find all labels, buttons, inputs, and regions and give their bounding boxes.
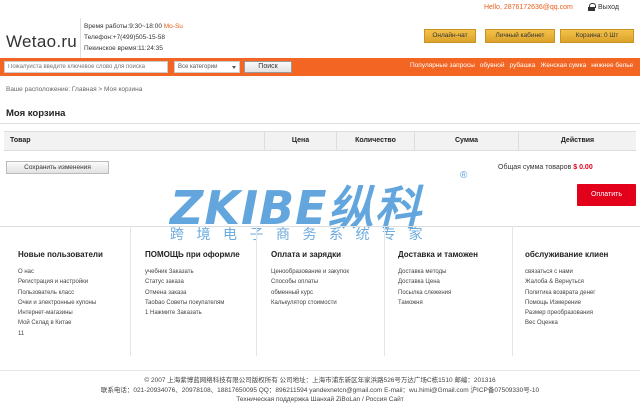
footer-link[interactable]: Способы оплаты bbox=[271, 277, 384, 287]
popular-queries-label: Популярные запросы bbox=[410, 62, 475, 69]
popular-query-link[interactable]: обувной bbox=[480, 62, 505, 69]
lock-icon bbox=[588, 3, 596, 11]
beijing-time: Пекинское время:11:24:35 bbox=[84, 45, 163, 52]
pay-button[interactable]: Оплатить bbox=[577, 184, 636, 206]
logout-label: Выход bbox=[598, 3, 619, 11]
popular-query-link[interactable]: Женская сумка bbox=[540, 62, 586, 69]
footer-link[interactable]: Ценообразование и закупок bbox=[271, 267, 384, 277]
footer-link[interactable]: Политика возврата денег bbox=[525, 288, 640, 298]
footer-link[interactable]: Доставка методы bbox=[398, 267, 512, 277]
footer-column-customer-service: обслуживание клиен связаться с нами Жало… bbox=[512, 226, 640, 356]
popular-query-link[interactable]: рубашка bbox=[510, 62, 536, 69]
footer-link[interactable]: Калькулятор стоимости bbox=[271, 298, 384, 308]
contact-info: Время работы:9:30~18:00 Mo-Su Телефон:+7… bbox=[84, 21, 183, 54]
footer-column-title: обслуживание клиен bbox=[525, 250, 609, 259]
cart-button[interactable]: Корзина: 0 Шт bbox=[560, 29, 634, 43]
copyright-block: © 2007 上海紫博蓝网络科技有限公司版权所有 公司地址：上海市浦东新区年家浜… bbox=[0, 376, 640, 405]
footer-link[interactable]: 1 Нажмите Заказать bbox=[145, 308, 256, 318]
footer-column-title: Оплата и зарядки bbox=[271, 250, 342, 259]
column-header-product: Товар bbox=[10, 137, 31, 144]
category-select-value: Все категории bbox=[178, 64, 218, 70]
footer-column-new-users: Новые пользователи О нас Регистрация и н… bbox=[0, 226, 130, 356]
footer-link[interactable]: Taobao Советы покупателям bbox=[145, 298, 256, 308]
column-header-sum: Сумма bbox=[414, 132, 518, 150]
footer-link[interactable]: 11 bbox=[18, 329, 130, 339]
footer-link[interactable]: Интернет-магазины bbox=[18, 308, 130, 318]
footer-link[interactable]: Доставка Цена bbox=[398, 277, 512, 287]
logo-divider bbox=[80, 18, 81, 58]
footer-link[interactable]: Размер преобразования bbox=[525, 308, 640, 318]
column-header-price: Цена bbox=[264, 132, 336, 150]
copyright-line: © 2007 上海紫博蓝网络科技有限公司版权所有 公司地址：上海市浦东新区年家浜… bbox=[144, 377, 496, 384]
footer-link[interactable]: обменный курс bbox=[271, 288, 384, 298]
cart-total: Общая сумма товаров $ 0.00 bbox=[498, 164, 593, 171]
search-bar: Все категории Поиск Популярные запросы о… bbox=[0, 58, 640, 76]
phone-number: Телефон:+7(499)505-15-58 bbox=[84, 34, 165, 41]
total-label: Общая сумма товаров bbox=[498, 164, 572, 171]
page-title: Моя корзина bbox=[6, 108, 66, 119]
footer-column-title: ПОМОЩЬ при оформле bbox=[145, 250, 240, 259]
footer-link[interactable]: Жалоба & Вернуться bbox=[525, 277, 640, 287]
hours-label: Время работы:9:30~18:00 bbox=[84, 23, 164, 30]
category-select[interactable]: Все категории bbox=[174, 61, 240, 73]
top-bar: Hello, 2876172636@qq.com Выход bbox=[0, 0, 640, 18]
logout-link[interactable]: Выход bbox=[588, 3, 619, 11]
footer-link[interactable]: Регистрация и настройки bbox=[18, 277, 130, 287]
popular-queries: Популярные запросы обувной рубашка Женск… bbox=[410, 62, 633, 69]
search-input[interactable] bbox=[4, 61, 168, 73]
footer-column-delivery: Доставка и таможен Доставка методы Доста… bbox=[384, 226, 512, 356]
footer-column-order-help: ПОМОЩЬ при оформле учебник Заказать Стат… bbox=[130, 226, 256, 356]
total-amount: $ 0.00 bbox=[573, 164, 593, 171]
footer-link[interactable]: Очки и электронные купоны bbox=[18, 298, 130, 308]
column-header-actions: Действия bbox=[518, 132, 636, 150]
user-greeting[interactable]: Hello, 2876172636@qq.com bbox=[484, 4, 573, 11]
tech-support-line: Техническая поддержка Шанхай ZiBoLan / Р… bbox=[236, 396, 404, 403]
footer-link[interactable]: Пользователь класс bbox=[18, 288, 130, 298]
working-hours: Время работы:9:30~18:00 Mo-Su bbox=[84, 21, 183, 32]
site-logo[interactable]: Wetao.ru bbox=[6, 32, 77, 52]
footer-link[interactable]: Таможня bbox=[398, 298, 512, 308]
footer-link[interactable]: О нас bbox=[18, 267, 130, 277]
cart-table-header: Товар Цена Количество Сумма Действия bbox=[4, 131, 636, 151]
header: Wetao.ru Время работы:9:30~18:00 Mo-Su Т… bbox=[0, 18, 640, 60]
personal-cabinet-button[interactable]: Личный кабинет bbox=[485, 29, 555, 43]
footer-link[interactable]: Статус заказа bbox=[145, 277, 256, 287]
breadcrumb[interactable]: Ваше расположение: Главная > Моя корзина bbox=[6, 86, 142, 93]
column-header-quantity: Количество bbox=[336, 132, 414, 150]
search-button[interactable]: Поиск bbox=[244, 61, 292, 73]
divider bbox=[0, 123, 640, 124]
online-chat-button[interactable]: Онлайн-чат bbox=[424, 29, 476, 43]
footer-link[interactable]: Посылка слежения bbox=[398, 288, 512, 298]
footer-column-title: Новые пользователи bbox=[18, 250, 103, 259]
save-changes-button[interactable]: Сохранить изменения bbox=[6, 161, 109, 174]
registered-mark: ® bbox=[460, 170, 468, 181]
footer-link[interactable]: Помощь Измерение bbox=[525, 298, 640, 308]
footer-column-title: Доставка и таможен bbox=[398, 250, 478, 259]
footer-link[interactable]: Отмена заказа bbox=[145, 288, 256, 298]
footer-column-payment: Оплата и зарядки Ценообразование и закуп… bbox=[256, 226, 384, 356]
footer-link[interactable]: Мой Склад в Китае bbox=[18, 318, 130, 328]
footer-divider bbox=[0, 370, 640, 371]
footer-link[interactable]: Вес Оценка bbox=[525, 318, 640, 328]
popular-query-link[interactable]: нижнее белье bbox=[591, 62, 633, 69]
footer-link[interactable]: учебник Заказать bbox=[145, 267, 256, 277]
chevron-down-icon bbox=[232, 66, 236, 69]
footer-link[interactable]: связаться с нами bbox=[525, 267, 640, 277]
hours-days: Mo-Su bbox=[163, 23, 183, 30]
contact-line: 联系电话：021-20934076、20978108、18817650095 Q… bbox=[100, 386, 540, 394]
